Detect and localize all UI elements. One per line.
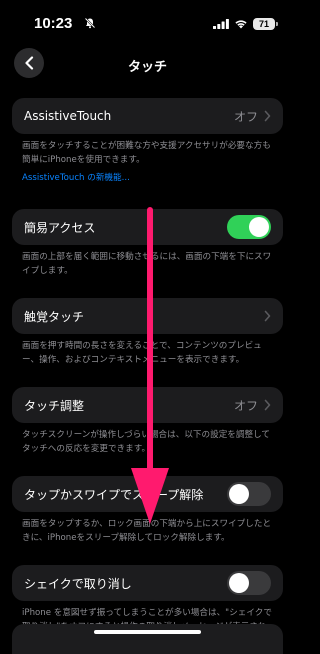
bell-off-icon	[84, 17, 96, 29]
status-time: 10:23	[34, 15, 73, 32]
touch-accommodations-description: タッチスクリーンが操作しづらい場合は、以下の設定を調整してタッチへの反応を変更で…	[22, 430, 271, 454]
tap-to-wake-row: タップかスワイプでスリープ解除	[12, 476, 283, 512]
wifi-icon	[235, 20, 247, 29]
reachability-label: 簡易アクセス	[24, 220, 96, 235]
assistive-touch-value: オフ	[233, 109, 258, 124]
reachability-description: 画面の上部を届く範囲に移動させるには、画面の下端を下にスワイプします。	[22, 252, 272, 276]
next-settings-row[interactable]	[12, 624, 283, 654]
reachability-toggle[interactable]	[227, 215, 271, 239]
battery-level: 71	[258, 19, 269, 29]
shake-to-undo-row: シェイクで取り消し	[12, 565, 283, 601]
touch-accommodations-label: タッチ調整	[24, 398, 85, 413]
tap-to-wake-toggle[interactable]	[227, 482, 271, 506]
battery-indicator: 71	[253, 18, 278, 30]
tap-to-wake-description: 画面をタップするか、ロック画面の下端から上にスワイプしたときに、iPhoneをス…	[22, 519, 272, 543]
touch-accommodations-row[interactable]: タッチ調整 オフ	[12, 387, 283, 423]
chevron-right-icon	[264, 399, 271, 411]
tap-to-wake-label: タップかスワイプでスリープ解除	[24, 487, 204, 502]
nav-bar: タッチ	[0, 44, 295, 84]
assistive-touch-row[interactable]: AssistiveTouch オフ	[12, 98, 283, 134]
assistive-touch-description: 画面をタッチすることが困難な方や支援アクセサリが必要な方も簡単にiPhoneを使…	[22, 141, 271, 165]
haptic-touch-row[interactable]: 触覚タッチ	[12, 298, 283, 334]
home-indicator	[94, 630, 201, 634]
reachability-row: 簡易アクセス	[12, 209, 283, 245]
shake-to-undo-toggle[interactable]	[227, 571, 271, 595]
status-indicators: 71	[213, 18, 278, 30]
toggle-knob	[249, 217, 269, 237]
haptic-touch-label: 触覚タッチ	[24, 309, 85, 324]
toggle-knob	[229, 484, 249, 504]
assistive-touch-link[interactable]: AssistiveTouch の新機能...	[12, 167, 283, 185]
shake-to-undo-label: シェイクで取り消し	[24, 576, 132, 591]
status-bar: 10:23 71	[0, 0, 295, 44]
page-title: タッチ	[127, 60, 167, 75]
toggle-knob	[229, 573, 249, 593]
assistive-touch-label: AssistiveTouch	[24, 109, 112, 123]
touch-accommodations-value: オフ	[233, 398, 258, 413]
chevron-right-icon	[264, 310, 271, 322]
settings-list: AssistiveTouch オフ 画面をタッチすることが困難な方や支援アクセサ…	[12, 84, 283, 648]
haptic-touch-description: 画面を押す時間の長さを変えることで、コンテンツのプレビュー、操作、およびコンテキ…	[22, 341, 262, 365]
chevron-right-icon	[264, 110, 271, 122]
cellular-signal-icon	[213, 19, 229, 29]
